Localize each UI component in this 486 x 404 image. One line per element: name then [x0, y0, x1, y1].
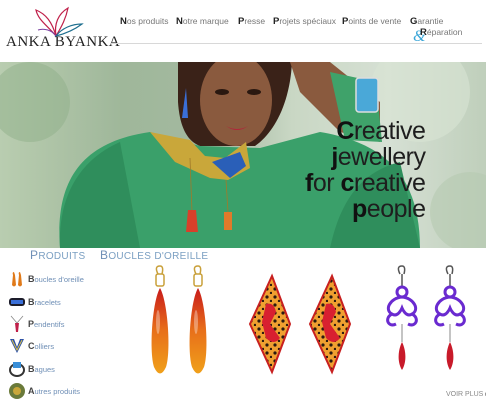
nav-rest: resse — [244, 16, 266, 26]
necklace-icon — [10, 339, 24, 353]
ring-icon — [9, 362, 25, 377]
nav-presse[interactable]: Presse — [238, 16, 265, 27]
hero-tagline: Creative jewellery for creative people — [305, 117, 426, 223]
nav-points-de-vente[interactable]: Points de vente — [342, 16, 401, 27]
nav-rest: oints de vente — [348, 16, 402, 26]
hero-rest: reative — [353, 117, 426, 145]
category-bagues[interactable]: Bagues — [6, 360, 116, 380]
other-products-icon — [9, 383, 25, 399]
hero-rest: reative — [353, 169, 426, 197]
nav-rest: os produits — [126, 16, 169, 26]
drop-earrings-image — [151, 265, 207, 374]
nav-rest: éparation — [426, 27, 463, 37]
category-label: Bagues — [28, 364, 55, 374]
voir-plus-link[interactable]: VOIR PLUS ▸ — [446, 390, 486, 398]
hero-rest: eople — [366, 195, 426, 223]
nav-rest: otre marque — [182, 16, 229, 26]
nav-cap: N — [176, 16, 183, 27]
voir-plus-label: VOIR PLUS — [446, 391, 484, 398]
category-rest: agues — [34, 365, 55, 374]
nav-garantie[interactable]: Garantie — [410, 16, 443, 27]
hero-line-4: people — [305, 195, 426, 223]
pendant-icon — [10, 315, 24, 332]
knot-earrings-image — [386, 265, 466, 370]
category-boucles-d-oreille[interactable]: Boucles d'oreille — [6, 270, 116, 290]
category-label: Autres produits — [28, 386, 80, 396]
category-label: Bracelets — [28, 297, 61, 307]
brand-logo[interactable]: ANKA BYANKA — [6, 6, 120, 52]
category-rest: racelets — [34, 298, 61, 307]
tab-boucles-d-oreille[interactable]: BOUCLES D'OREILLE — [100, 248, 208, 262]
hero-line-1: Creative — [305, 117, 426, 145]
hero-banner[interactable]: Creative jewellery for creative people — [0, 62, 486, 248]
category-label: Boucles d'oreille — [28, 274, 84, 284]
hero-cap: p — [352, 195, 367, 223]
product-diamond-earrings[interactable] — [240, 262, 352, 392]
product-drop-earrings[interactable] — [140, 262, 250, 392]
nav-divider — [110, 43, 482, 44]
product-knot-earrings[interactable] — [370, 262, 480, 392]
tab-rest: OUCLES D'OREILLE — [108, 251, 209, 262]
hero-cap: f — [305, 169, 313, 197]
nav-rest: arantie — [417, 16, 444, 26]
nav-cap: N — [120, 16, 127, 27]
category-rest: olliers — [34, 342, 55, 351]
site-header: ANKA BYANKA Nos produits Notre marque Pr… — [0, 0, 486, 62]
category-pendentifs[interactable]: Pendentifs — [6, 315, 116, 335]
nav-cap: R — [420, 27, 427, 38]
nav-nos-produits[interactable]: Nos produits — [120, 16, 168, 27]
category-rest: oucles d'oreille — [34, 275, 84, 284]
category-autres-produits[interactable]: Autres produits — [6, 382, 116, 402]
earring-icon — [12, 272, 22, 287]
nav-projets-speciaux[interactable]: Projets spéciaux — [273, 16, 336, 27]
tab-produits[interactable]: PRODUITS — [30, 248, 85, 262]
category-label: Pendentifs — [28, 319, 64, 329]
hero-line-2: jewellery — [305, 143, 426, 171]
brand-name: ANKA BYANKA — [6, 34, 121, 50]
hero-rest: or — [312, 169, 341, 197]
hero-line-3: for creative — [305, 169, 426, 197]
category-rest: utres produits — [34, 387, 80, 396]
category-colliers[interactable]: Colliers — [6, 337, 116, 357]
tab-rest: RODUITS — [38, 251, 86, 262]
bracelet-icon — [9, 298, 25, 306]
hero-cap: c — [340, 169, 355, 197]
diamond-earrings-image — [248, 273, 352, 375]
hero-cap: C — [336, 117, 354, 145]
nav-rest: rojets spéciaux — [279, 16, 337, 26]
hero-rest: ewellery — [337, 143, 426, 171]
category-bracelets[interactable]: Bracelets — [6, 293, 116, 313]
nav-notre-marque[interactable]: Notre marque — [176, 16, 229, 27]
category-rest: endentifs — [34, 320, 65, 329]
category-label: Colliers — [28, 341, 54, 351]
nav-reparation[interactable]: Réparation — [420, 27, 462, 38]
